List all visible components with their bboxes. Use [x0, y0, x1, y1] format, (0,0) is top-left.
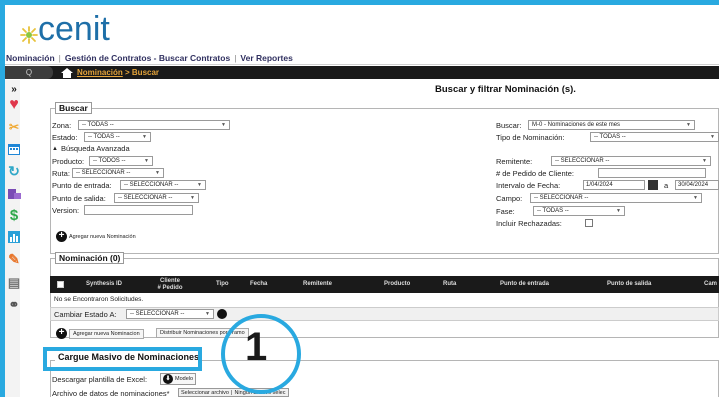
buscar-select[interactable]: M-0 - Nominaciones de este mes ▼	[528, 120, 695, 130]
col-remitente[interactable]: Remitente	[303, 281, 332, 288]
agregar-nominacion-button-2[interactable]: + Agregar nueva Nominacion	[56, 328, 144, 339]
version-label: Version:	[52, 206, 80, 215]
heart-icon[interactable]: ♥	[7, 96, 21, 113]
fecha-desde-input[interactable]: 1/04/2024	[583, 180, 645, 190]
col-tipo[interactable]: Tipo	[216, 281, 229, 288]
download-icon: ⬇	[163, 374, 173, 384]
remitente-label: Remitente:	[496, 157, 533, 166]
refresh-icon[interactable]: ↻	[7, 163, 21, 179]
plus-icon: +	[56, 328, 67, 339]
logo-text: cenit	[38, 10, 110, 48]
ruta-label: Ruta:	[52, 169, 70, 178]
chart-icon[interactable]	[7, 230, 21, 244]
zona-select[interactable]: -- TODAS -- ▼	[78, 120, 230, 130]
fase-select[interactable]: -- TODAS -- ▼	[533, 206, 625, 216]
calendar-icon[interactable]	[7, 142, 21, 156]
nominacion-legend: Nominación (0)	[55, 252, 125, 264]
modelo-button[interactable]: ⬇ Modelo	[160, 373, 197, 385]
expand-icon[interactable]: »	[7, 82, 21, 96]
dollar-icon[interactable]: $	[7, 207, 21, 224]
sidebar: » ♥ ✂ ↻ $ ✎ ▤ ⚭	[5, 80, 21, 397]
version-input[interactable]	[84, 205, 193, 215]
menu-nominacion[interactable]: Nominación	[6, 53, 55, 63]
pedido-input[interactable]	[598, 168, 706, 178]
empty-message: No se Encontraron Solicitudes.	[54, 296, 144, 303]
nominacion-panel	[50, 258, 719, 338]
search-button[interactable]: Q	[5, 66, 53, 79]
menu-gestion-contratos[interactable]: Gestión de Contratos - Buscar Contratos	[65, 53, 230, 63]
search-icon: Q	[25, 68, 33, 77]
pedido-label: # de Pedido de Cliente:	[496, 169, 574, 178]
col-fecha[interactable]: Fecha	[250, 281, 267, 288]
caret-up-icon: ▲	[52, 145, 58, 152]
agregar-nominacion-button[interactable]: + Agregar nueva Nominación	[56, 231, 136, 242]
campo-select[interactable]: -- SELECCIONAR -- ▼	[530, 193, 702, 203]
col-synthesis-id[interactable]: Synthesis ID	[86, 281, 122, 288]
intervalo-label: Intervalo de Fecha:	[496, 181, 561, 190]
remitente-select[interactable]: -- SELECCIONAR -- ▼	[551, 156, 711, 166]
wrench-icon[interactable]: ✎	[7, 251, 21, 267]
estado-label: Estado:	[52, 133, 78, 142]
col-producto[interactable]: Producto	[384, 281, 410, 288]
top-menu: Nominación | Gestión de Contratos - Busc…	[5, 51, 719, 65]
punto-salida-select[interactable]: -- SELECCIONAR -- ▼	[114, 193, 199, 203]
col-cliente-pedido[interactable]: Cliente # Pedido	[155, 278, 185, 291]
zona-label: Zona:	[52, 121, 72, 130]
ruta-select[interactable]: -- SELECCIONAR -- ▼	[72, 168, 164, 178]
fase-label: Fase:	[496, 207, 515, 216]
rechazadas-checkbox[interactable]	[585, 219, 593, 227]
buscar-label: Buscar:	[496, 121, 522, 130]
rechazadas-label: Incluir Rechazadas:	[496, 219, 562, 228]
document-icon[interactable]: ▤	[7, 275, 21, 290]
breadcrumb-nominacion-link[interactable]: Nominación	[77, 68, 123, 77]
shapes-icon[interactable]	[7, 186, 21, 200]
cenit-logo: cenit	[20, 10, 110, 48]
results-table-header: Synthesis ID Cliente # Pedido Tipo Fecha…	[50, 276, 719, 293]
select-all-checkbox[interactable]	[57, 281, 64, 288]
busqueda-avanzada-toggle[interactable]: ▲ Búsqueda Avanzada	[52, 144, 130, 153]
estado-select[interactable]: -- TODAS -- ▼	[84, 132, 151, 142]
link-icon[interactable]: ⚭	[7, 297, 21, 312]
page-title: Buscar y filtrar Nominación (s).	[435, 84, 576, 95]
col-punto-entrada[interactable]: Punto de entrada	[500, 281, 549, 288]
buscar-legend: Buscar	[55, 102, 92, 114]
sun-logo-icon	[20, 26, 38, 44]
producto-select[interactable]: -- TODOS -- ▼	[89, 156, 153, 166]
punto-salida-label: Punto de salida:	[52, 194, 106, 203]
descargar-plantilla-label: Descargar plantilla de Excel:	[52, 375, 148, 384]
callout-number: 1	[245, 325, 268, 369]
a-label: a	[664, 181, 669, 190]
callout-highlight-box	[43, 347, 202, 371]
campo-label: Campo:	[496, 194, 523, 203]
tipo-nominacion-select[interactable]: -- TODAS -- ▼	[590, 132, 719, 142]
producto-label: Producto:	[52, 157, 85, 166]
col-punto-salida[interactable]: Punto de salida	[607, 281, 651, 288]
menu-ver-reportes[interactable]: Ver Reportes	[240, 53, 292, 63]
breadcrumb: Q Nominación > Buscar	[5, 66, 719, 79]
punto-entrada-label: Punto de entrada:	[52, 181, 112, 190]
home-icon[interactable]	[61, 67, 73, 78]
apply-icon[interactable]	[217, 309, 227, 319]
archivo-label: Archivo de datos de nominaciones*	[52, 389, 170, 397]
calendar-picker-icon[interactable]	[648, 180, 658, 190]
plus-icon: +	[56, 231, 67, 242]
punto-entrada-select[interactable]: -- SELECCIONAR -- ▼	[120, 180, 206, 190]
col-ruta[interactable]: Ruta	[443, 281, 456, 288]
tipo-nominacion-label: Tipo de Nominación:	[496, 133, 565, 142]
breadcrumb-current: > Buscar	[122, 68, 160, 77]
cambiar-estado-select[interactable]: -- SELECCIONAR -- ▼	[126, 309, 214, 319]
cambiar-estado-label: Cambiar Estado A:	[54, 310, 117, 319]
ribbon-icon[interactable]: ✂	[7, 120, 21, 134]
col-cam[interactable]: Cam	[704, 281, 717, 288]
fecha-hasta-input[interactable]: 30/04/2024	[675, 180, 719, 190]
